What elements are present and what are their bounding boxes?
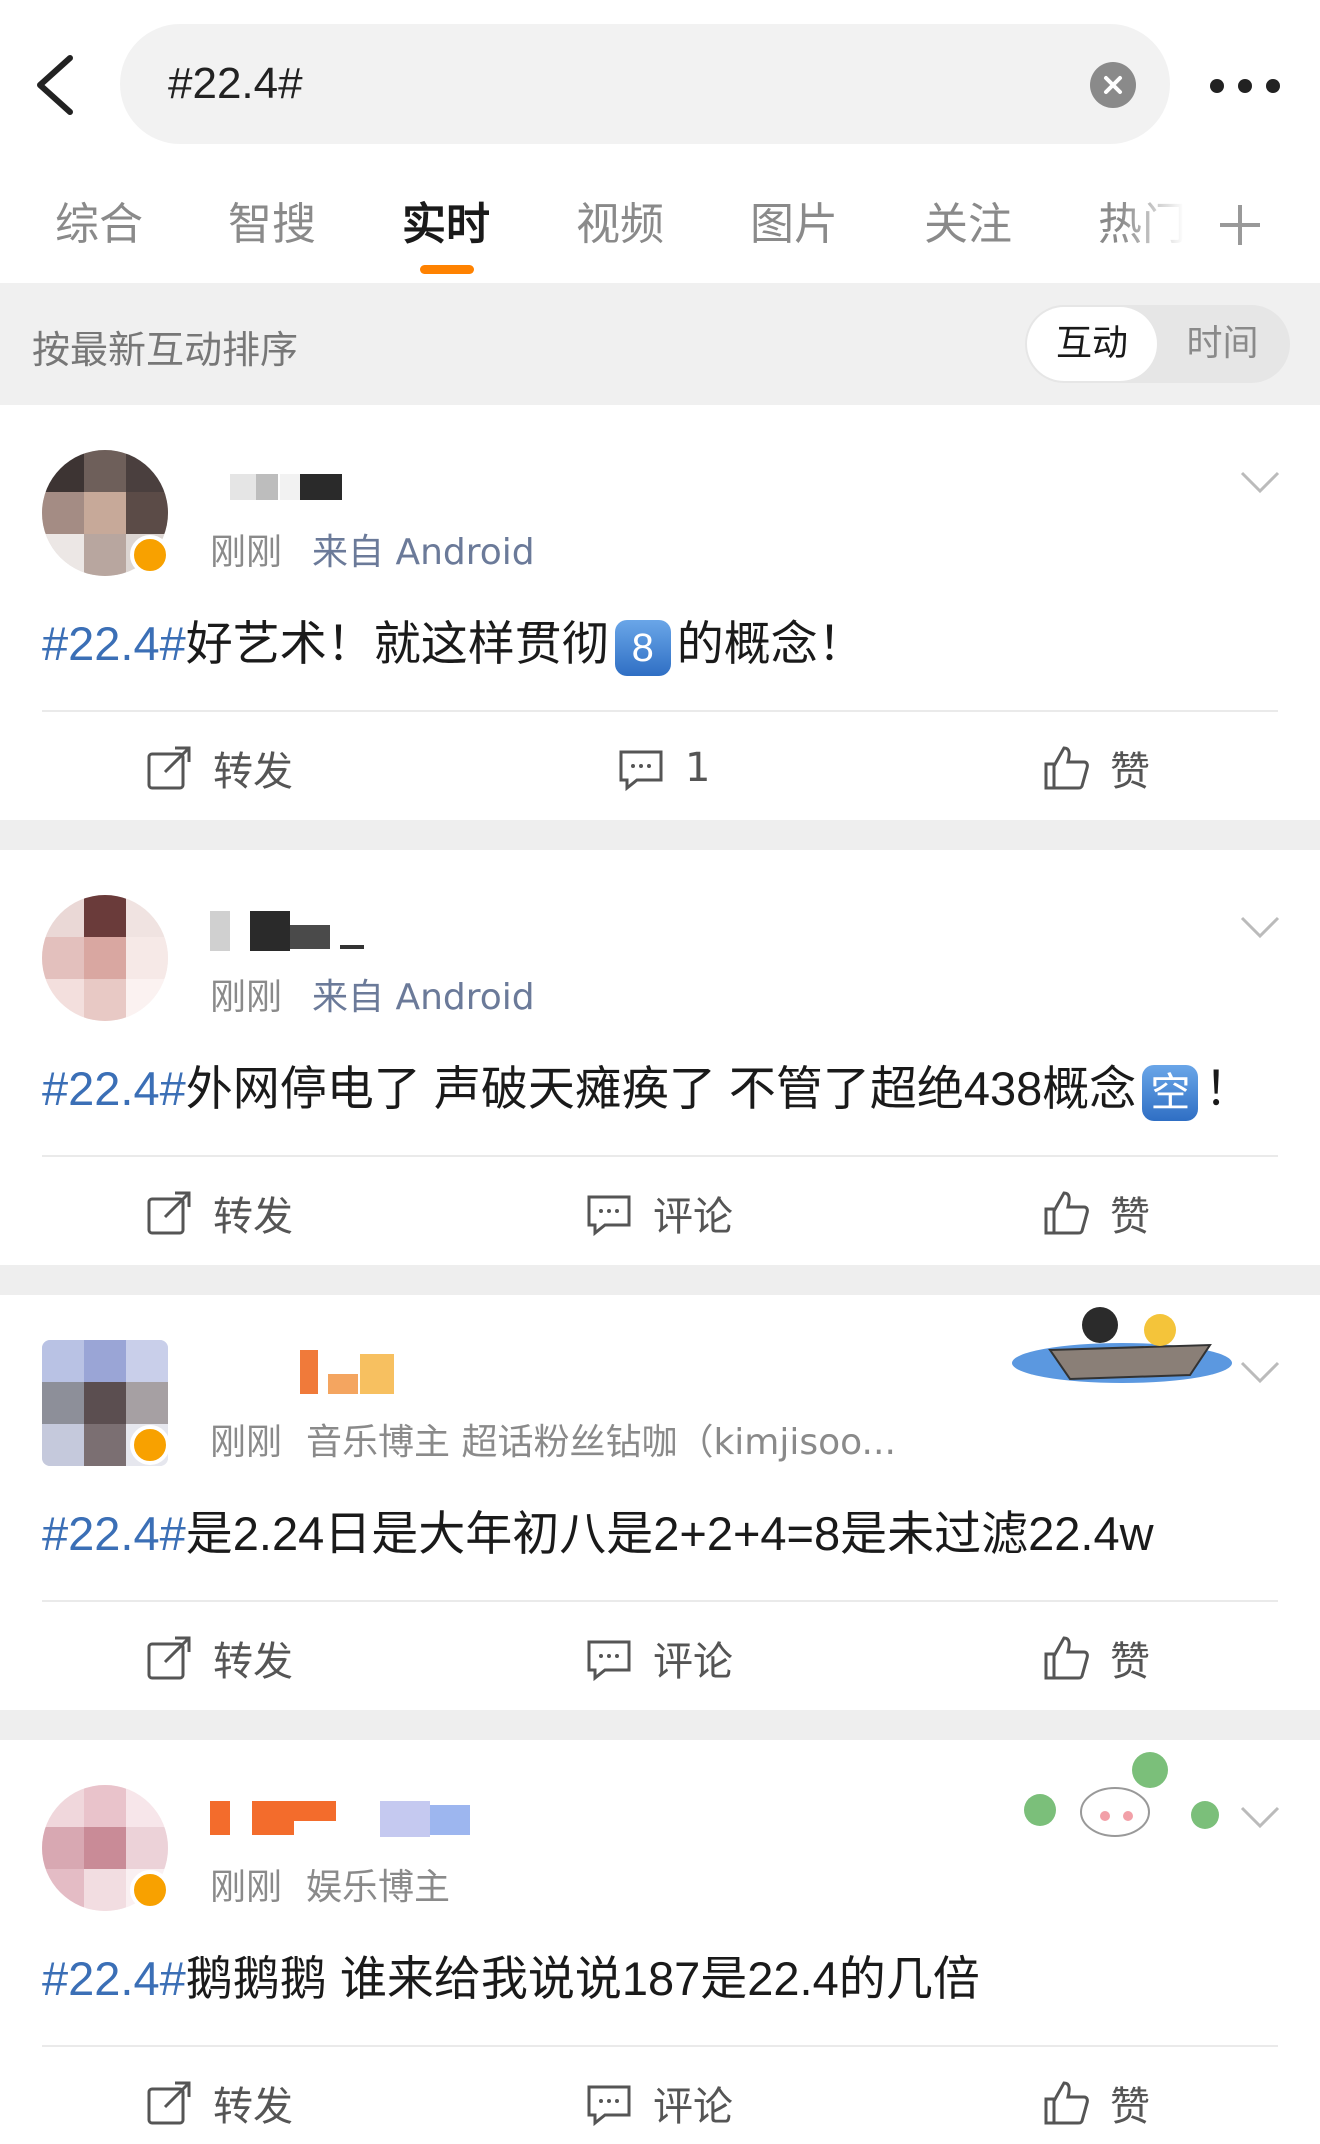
add-tab-icon[interactable]	[1210, 193, 1270, 257]
post-card[interactable]: 刚刚 来自 Android #22.4#外网停电了 声破天瘫痪了 不管了超绝438…	[0, 850, 1320, 1265]
divider	[42, 1155, 1278, 1157]
comment-button[interactable]: 评论	[585, 1160, 733, 1265]
tab-comprehensive[interactable]: 综合	[55, 193, 143, 257]
chevron-down-icon[interactable]	[1238, 1802, 1282, 1832]
thumbs-up-icon	[1044, 1190, 1089, 1234]
post-actions: 转发 评论 赞	[0, 1605, 1320, 1710]
tab-video[interactable]: 视频	[576, 193, 664, 257]
tab-fade	[1120, 175, 1200, 283]
separator	[0, 1710, 1320, 1740]
verified-badge-icon	[130, 1870, 170, 1910]
repost-icon	[147, 2081, 191, 2124]
comment-icon	[587, 2085, 631, 2126]
comment-icon	[587, 1195, 631, 1236]
chevron-down-icon[interactable]	[1238, 1357, 1282, 1387]
sort-bar: 按最新互动排序 互动 时间	[0, 283, 1320, 405]
post-time: 刚刚	[210, 977, 283, 1018]
repost-button[interactable]: 转发	[145, 1605, 293, 1710]
topic-link[interactable]: #22.4#	[42, 617, 186, 670]
post-card[interactable]: 刚刚 来自 Android #22.4#好艺术！就这样贯彻 8 的概念！ 转发 1 赞	[0, 405, 1320, 820]
separator	[0, 820, 1320, 850]
thumbs-up-icon	[1044, 1635, 1089, 1679]
topic-link[interactable]: #22.4#	[42, 1062, 186, 1115]
clear-icon[interactable]	[1090, 62, 1136, 108]
boat-sticker-icon	[1012, 1307, 1232, 1383]
chevron-down-icon[interactable]	[1238, 912, 1282, 942]
clover-sticker-icon	[1024, 1752, 1219, 1837]
topic-link[interactable]: #22.4#	[42, 1507, 186, 1560]
repost-icon	[147, 1191, 191, 1234]
tab-realtime[interactable]: 实时	[402, 193, 490, 257]
comment-button[interactable]: 评论	[585, 1605, 733, 1710]
author-tags: 娱乐博主	[306, 1867, 451, 1908]
verified-badge-icon	[130, 535, 170, 575]
separator	[0, 1265, 1320, 1295]
post-source: 来自 Android	[312, 532, 535, 573]
post-time: 刚刚	[210, 1422, 283, 1463]
avatar[interactable]	[42, 895, 168, 1021]
tab-bar: 综合 智搜 实时 视频 图片 关注 热门	[0, 175, 1320, 283]
username-pixelated[interactable]	[210, 460, 450, 510]
username-pixelated[interactable]	[210, 1350, 450, 1400]
comment-icon	[587, 1640, 631, 1681]
top-bar	[0, 0, 1320, 170]
topic-link[interactable]: #22.4#	[42, 1952, 186, 2005]
sort-option-interaction[interactable]: 互动	[1027, 307, 1157, 381]
post-text: #22.4#外网停电了 声破天瘫痪了 不管了超绝438概念空！	[42, 1050, 1251, 1121]
sort-toggle[interactable]: 互动 时间	[1025, 305, 1290, 383]
username-pixelated[interactable]	[210, 905, 450, 955]
like-button[interactable]: 赞	[1042, 2050, 1150, 2144]
post-time: 刚刚	[210, 1867, 283, 1908]
tab-smart-search[interactable]: 智搜	[228, 193, 316, 257]
keycap-8-emoji: 8	[614, 619, 671, 676]
verified-badge-icon	[130, 1425, 170, 1465]
comment-button[interactable]: 1	[617, 715, 710, 820]
post-meta: 刚刚 来自 Android	[210, 968, 535, 1020]
chevron-down-icon[interactable]	[1238, 467, 1282, 497]
post-meta: 刚刚 来自 Android	[210, 523, 535, 575]
post-time: 刚刚	[210, 532, 283, 573]
author-tags: 音乐博主 超话粉丝钻咖（kimjisoo...	[306, 1422, 896, 1463]
comment-button[interactable]: 评论	[585, 2050, 733, 2144]
repost-button[interactable]: 转发	[145, 2050, 293, 2144]
search-box[interactable]	[120, 24, 1170, 144]
post-actions: 转发 评论 赞	[0, 1160, 1320, 1265]
repost-button[interactable]: 转发	[145, 715, 293, 820]
repost-icon	[147, 1636, 191, 1679]
back-icon[interactable]	[28, 50, 88, 120]
more-icon[interactable]	[1205, 58, 1285, 114]
post-meta: 刚刚 音乐博主 超话粉丝钻咖（kimjisoo...	[210, 1413, 896, 1465]
post-card[interactable]: 刚刚 娱乐博主 #22.4#鹅鹅鹅 谁来给我说说187是22.4的几倍 转发 评论…	[0, 1740, 1320, 2144]
divider	[42, 1600, 1278, 1602]
username-pixelated[interactable]	[210, 1795, 510, 1845]
comment-count: 1	[685, 744, 711, 791]
repost-button[interactable]: 转发	[145, 1160, 293, 1265]
comment-icon	[619, 750, 663, 791]
post-source: 来自 Android	[312, 977, 535, 1018]
like-button[interactable]: 赞	[1042, 715, 1150, 820]
search-input[interactable]	[168, 54, 1048, 114]
empty-sign-emoji: 空	[1142, 1064, 1199, 1121]
sort-label: 按最新互动排序	[32, 328, 299, 372]
post-actions: 转发 1 赞	[0, 715, 1320, 820]
thumbs-up-icon	[1044, 745, 1089, 789]
post-text: #22.4#鹅鹅鹅 谁来给我说说187是22.4的几倍	[42, 1952, 980, 2005]
post-text: #22.4#好艺术！就这样贯彻 8 的概念！	[42, 605, 865, 676]
tab-images[interactable]: 图片	[750, 193, 838, 257]
post-actions: 转发 评论 赞	[0, 2050, 1320, 2144]
post-card[interactable]: 刚刚 音乐博主 超话粉丝钻咖（kimjisoo... #22.4#是2.24日是大…	[0, 1295, 1320, 1710]
post-text: #22.4#是2.24日是大年初八是2+2+4=8是未过滤22.4w	[42, 1507, 1154, 1560]
tab-following[interactable]: 关注	[924, 193, 1012, 257]
divider	[42, 710, 1278, 712]
like-button[interactable]: 赞	[1042, 1605, 1150, 1710]
repost-icon	[147, 746, 191, 789]
sort-option-time[interactable]: 时间	[1157, 307, 1288, 381]
post-meta: 刚刚 娱乐博主	[210, 1858, 450, 1910]
like-button[interactable]: 赞	[1042, 1160, 1150, 1265]
active-tab-indicator	[420, 265, 474, 274]
divider	[42, 2045, 1278, 2047]
thumbs-up-icon	[1044, 2080, 1089, 2124]
